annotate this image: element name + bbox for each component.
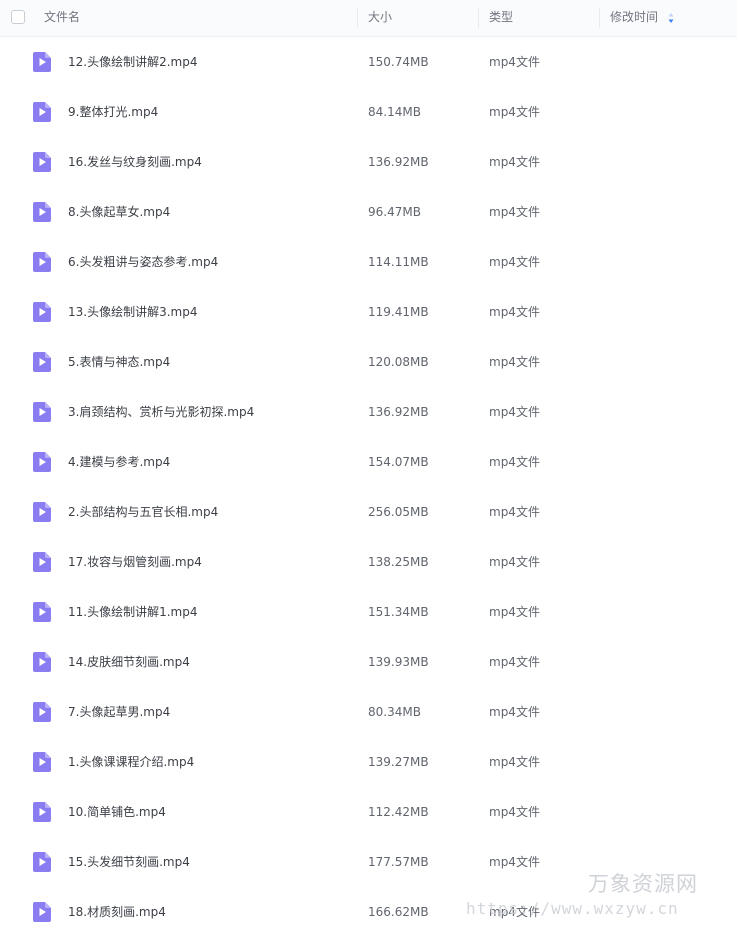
select-all-checkbox[interactable] [11, 10, 25, 24]
file-name[interactable]: 12.头像绘制讲解2.mp4 [68, 37, 197, 87]
column-header-size[interactable]: 大小 [368, 0, 392, 36]
file-type: mp4文件 [489, 55, 540, 69]
file-name[interactable]: 5.表情与神态.mp4 [68, 337, 170, 387]
file-name[interactable]: 14.皮肤细节刻画.mp4 [68, 637, 190, 687]
file-row[interactable]: 6.头发粗讲与姿态参考.mp4 114.11MB mp4文件 [0, 237, 737, 287]
file-name[interactable]: 13.头像绘制讲解3.mp4 [68, 287, 197, 337]
file-type: mp4文件 [489, 405, 540, 419]
file-name[interactable]: 1.头像课课程介绍.mp4 [68, 737, 194, 787]
file-list-header: 文件名 大小 类型 修改时间 [0, 0, 737, 37]
file-name[interactable]: 18.材质刻画.mp4 [68, 887, 166, 937]
file-size: 119.41MB [368, 305, 429, 319]
file-name[interactable]: 2.头部结构与五官长相.mp4 [68, 487, 218, 537]
file-type: mp4文件 [489, 205, 540, 219]
video-play-icon [33, 702, 51, 722]
file-type: mp4文件 [489, 805, 540, 819]
video-play-icon [33, 52, 51, 72]
file-size: 136.92MB [368, 155, 429, 169]
file-size: 84.14MB [368, 105, 421, 119]
file-size: 120.08MB [368, 355, 429, 369]
file-size: 166.62MB [368, 905, 429, 919]
column-header-type[interactable]: 类型 [489, 0, 513, 36]
watermark-url: https://www.wxzyw.cn [466, 899, 679, 918]
video-play-icon [33, 802, 51, 822]
file-size: 136.92MB [368, 405, 429, 419]
file-name[interactable]: 16.发丝与纹身刻画.mp4 [68, 137, 202, 187]
video-play-icon [33, 652, 51, 672]
video-play-icon [33, 252, 51, 272]
file-size: 151.34MB [368, 605, 429, 619]
file-size: 114.11MB [368, 255, 429, 269]
file-row[interactable]: 17.妆容与烟管刻画.mp4 138.25MB mp4文件 [0, 537, 737, 587]
file-size: 139.93MB [368, 655, 429, 669]
video-play-icon [33, 502, 51, 522]
column-divider[interactable] [478, 8, 479, 28]
file-row[interactable]: 11.头像绘制讲解1.mp4 151.34MB mp4文件 [0, 587, 737, 637]
file-type: mp4文件 [489, 755, 540, 769]
column-divider[interactable] [357, 8, 358, 28]
file-row[interactable]: 5.表情与神态.mp4 120.08MB mp4文件 [0, 337, 737, 387]
file-size: 256.05MB [368, 505, 429, 519]
file-size: 150.74MB [368, 55, 429, 69]
file-row[interactable]: 16.发丝与纹身刻画.mp4 136.92MB mp4文件 [0, 137, 737, 187]
sort-updown-icon[interactable] [668, 12, 674, 24]
file-size: 139.27MB [368, 755, 429, 769]
file-name[interactable]: 9.整体打光.mp4 [68, 87, 158, 137]
file-type: mp4文件 [489, 855, 540, 869]
video-play-icon [33, 302, 51, 322]
file-size: 138.25MB [368, 555, 429, 569]
file-name[interactable]: 4.建模与参考.mp4 [68, 437, 170, 487]
video-play-icon [33, 752, 51, 772]
file-name[interactable]: 10.简单铺色.mp4 [68, 787, 166, 837]
file-type: mp4文件 [489, 155, 540, 169]
video-play-icon [33, 202, 51, 222]
video-play-icon [33, 402, 51, 422]
watermark-title: 万象资源网 [588, 872, 698, 896]
file-name[interactable]: 6.头发粗讲与姿态参考.mp4 [68, 237, 218, 287]
file-row[interactable]: 7.头像起草男.mp4 80.34MB mp4文件 [0, 687, 737, 737]
video-play-icon [33, 152, 51, 172]
file-row[interactable]: 14.皮肤细节刻画.mp4 139.93MB mp4文件 [0, 637, 737, 687]
file-row[interactable]: 2.头部结构与五官长相.mp4 256.05MB mp4文件 [0, 487, 737, 537]
video-play-icon [33, 902, 51, 922]
file-type: mp4文件 [489, 605, 540, 619]
file-type: mp4文件 [489, 255, 540, 269]
file-size: 177.57MB [368, 855, 429, 869]
file-name[interactable]: 7.头像起草男.mp4 [68, 687, 170, 737]
file-row[interactable]: 12.头像绘制讲解2.mp4 150.74MB mp4文件 [0, 37, 737, 87]
file-name[interactable]: 3.肩颈结构、赏析与光影初探.mp4 [68, 387, 254, 437]
video-play-icon [33, 602, 51, 622]
file-row[interactable]: 10.简单铺色.mp4 112.42MB mp4文件 [0, 787, 737, 837]
video-play-icon [33, 102, 51, 122]
video-play-icon [33, 552, 51, 572]
file-type: mp4文件 [489, 355, 540, 369]
file-row[interactable]: 4.建模与参考.mp4 154.07MB mp4文件 [0, 437, 737, 487]
file-size: 154.07MB [368, 455, 429, 469]
file-size: 112.42MB [368, 805, 429, 819]
file-name[interactable]: 11.头像绘制讲解1.mp4 [68, 587, 197, 637]
file-size: 96.47MB [368, 205, 421, 219]
column-divider[interactable] [599, 8, 600, 28]
file-type: mp4文件 [489, 505, 540, 519]
file-row[interactable]: 13.头像绘制讲解3.mp4 119.41MB mp4文件 [0, 287, 737, 337]
file-name[interactable]: 8.头像起草女.mp4 [68, 187, 170, 237]
file-type: mp4文件 [489, 105, 540, 119]
column-header-name[interactable]: 文件名 [44, 0, 80, 36]
file-row[interactable]: 3.肩颈结构、赏析与光影初探.mp4 136.92MB mp4文件 [0, 387, 737, 437]
video-play-icon [33, 452, 51, 472]
file-row[interactable]: 8.头像起草女.mp4 96.47MB mp4文件 [0, 187, 737, 237]
file-type: mp4文件 [489, 655, 540, 669]
file-size: 80.34MB [368, 705, 421, 719]
file-type: mp4文件 [489, 705, 540, 719]
file-type: mp4文件 [489, 455, 540, 469]
file-type: mp4文件 [489, 555, 540, 569]
video-play-icon [33, 352, 51, 372]
column-header-modified[interactable]: 修改时间 [610, 0, 658, 36]
file-name[interactable]: 15.头发细节刻画.mp4 [68, 837, 190, 887]
video-play-icon [33, 852, 51, 872]
file-name[interactable]: 17.妆容与烟管刻画.mp4 [68, 537, 202, 587]
file-row[interactable]: 1.头像课课程介绍.mp4 139.27MB mp4文件 [0, 737, 737, 787]
file-type: mp4文件 [489, 305, 540, 319]
file-row[interactable]: 9.整体打光.mp4 84.14MB mp4文件 [0, 87, 737, 137]
